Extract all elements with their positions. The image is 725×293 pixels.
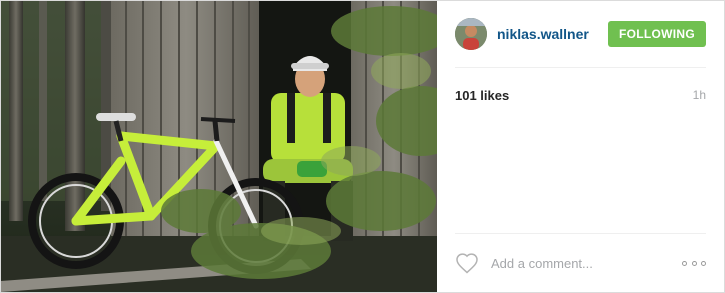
dot-icon bbox=[691, 260, 697, 266]
post-header: niklas.wallner FOLLOWING bbox=[455, 1, 706, 68]
post-timestamp: 1h bbox=[692, 88, 706, 102]
avatar-icon[interactable] bbox=[455, 18, 487, 50]
post-sidebar: niklas.wallner FOLLOWING 101 likes 1h bbox=[437, 1, 724, 292]
likes-count[interactable]: 101 likes bbox=[455, 88, 509, 103]
post-photo[interactable] bbox=[1, 1, 437, 292]
comment-input[interactable] bbox=[489, 254, 682, 272]
dot-icon bbox=[682, 260, 687, 266]
instagram-post: niklas.wallner FOLLOWING 101 likes 1h bbox=[0, 0, 725, 293]
more-options-icon[interactable] bbox=[682, 257, 706, 269]
username-link[interactable]: niklas.wallner bbox=[497, 26, 608, 42]
likes-row: 101 likes 1h bbox=[455, 85, 706, 105]
following-button[interactable]: FOLLOWING bbox=[607, 21, 706, 47]
dot-icon bbox=[701, 260, 706, 266]
heart-icon[interactable] bbox=[455, 252, 479, 274]
comment-bar bbox=[455, 233, 706, 292]
mountain-bike-rider-photo bbox=[1, 1, 437, 292]
